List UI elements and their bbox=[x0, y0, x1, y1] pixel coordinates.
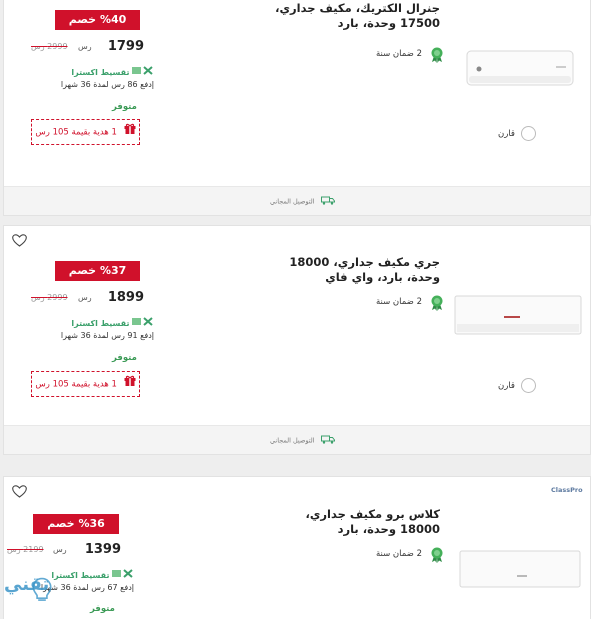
stock-status: متوفر bbox=[112, 353, 137, 363]
compare-checkbox[interactable] bbox=[521, 126, 536, 141]
brand-logo: ClassPro bbox=[551, 486, 583, 494]
old-price: 2999 رس bbox=[31, 42, 68, 51]
installment-label: تقسيط اكسترا bbox=[71, 68, 130, 77]
stock-status: متوفر bbox=[112, 102, 137, 112]
warranty-label: 2 ضمان سنة bbox=[375, 297, 422, 307]
medal-icon bbox=[431, 295, 443, 311]
gift-text: 1 هدية بقيمة 105 رس bbox=[35, 379, 117, 390]
installment-info: تقسيط اكسترا إدفع 91 رس لمدة 36 شهرا bbox=[34, 317, 154, 342]
old-price: 2999 رس bbox=[31, 293, 68, 302]
current-price: 1799 bbox=[107, 39, 144, 54]
current-price: 1399 bbox=[84, 542, 121, 557]
price-row: 1799 رس 2999 رس bbox=[31, 39, 146, 57]
heart-icon[interactable] bbox=[12, 232, 28, 247]
compare-label: قارن bbox=[498, 381, 515, 391]
old-price: 2199 رس bbox=[7, 545, 44, 554]
current-price: 1899 bbox=[107, 290, 144, 305]
gift-text: 1 هدية بقيمة 105 رس bbox=[35, 127, 117, 138]
compare-toggle[interactable]: قارن bbox=[498, 126, 536, 144]
currency-label: رس bbox=[78, 42, 92, 51]
installment-icon bbox=[112, 569, 134, 582]
watermark-text: تقني bbox=[4, 574, 50, 595]
truck-icon bbox=[320, 435, 335, 446]
compare-toggle[interactable]: قارن bbox=[498, 378, 536, 396]
product-card[interactable]: جنرال الكتريك، مكيف جداري، 17500 وحدة، ب… bbox=[3, 0, 591, 216]
gift-icon bbox=[124, 372, 136, 396]
medal-icon bbox=[431, 547, 443, 563]
delivery-info: التوصيل المجاني bbox=[270, 196, 335, 207]
product-card[interactable]: ClassPro كلاس برو مكيف جداري، 18000 وحدة… bbox=[3, 476, 591, 619]
discount-badge: %37 خصم bbox=[55, 261, 140, 281]
gift-offer[interactable]: 1 هدية بقيمة 105 رس bbox=[31, 119, 140, 145]
installment-label: تقسيط اكسترا bbox=[71, 319, 130, 328]
product-card[interactable]: جري مكيف جداري، 18000 وحدة، بارد، واي فا… bbox=[3, 225, 591, 455]
discount-badge: %40 خصم bbox=[55, 10, 140, 30]
delivery-bar: التوصيل المجاني bbox=[4, 425, 590, 454]
stock-status: متوفر bbox=[90, 604, 115, 614]
compare-label: قارن bbox=[498, 129, 515, 139]
product-title[interactable]: جري مكيف جداري، 18000 وحدة، بارد، واي فا… bbox=[270, 255, 440, 285]
truck-icon bbox=[320, 196, 335, 207]
product-listing-page: جنرال الكتريك، مكيف جداري، 17500 وحدة، ب… bbox=[0, 0, 591, 619]
currency-label: رس bbox=[78, 293, 92, 302]
warranty-label: 2 ضمان سنة bbox=[375, 549, 422, 559]
price-row: 1899 رس 2999 رس bbox=[31, 290, 146, 308]
product-image[interactable] bbox=[459, 549, 581, 589]
installment-label: تقسيط اكسترا bbox=[51, 571, 110, 580]
discount-badge: %36 خصم bbox=[33, 514, 119, 534]
product-title[interactable]: جنرال الكتريك، مكيف جداري، 17500 وحدة، ب… bbox=[270, 1, 440, 31]
installment-icon bbox=[132, 317, 154, 330]
delivery-info: التوصيل المجاني bbox=[270, 435, 335, 446]
installment-text: إدفع 86 رس لمدة 36 شهرا bbox=[60, 80, 154, 89]
delivery-bar: التوصيل المجاني bbox=[4, 186, 590, 215]
product-image[interactable] bbox=[454, 294, 582, 338]
gift-icon bbox=[124, 120, 136, 144]
heart-icon[interactable] bbox=[12, 483, 28, 498]
currency-label: رس bbox=[53, 545, 67, 554]
warranty-label: 2 ضمان سنة bbox=[375, 49, 422, 59]
product-title[interactable]: كلاس برو مكيف جداري، 18000 وحدة، بارد bbox=[270, 507, 440, 537]
installment-text: إدفع 91 رس لمدة 36 شهرا bbox=[60, 331, 154, 340]
product-image[interactable] bbox=[466, 49, 574, 91]
delivery-text: التوصيل المجاني bbox=[270, 436, 315, 445]
installment-icon bbox=[132, 66, 154, 79]
price-row: 1399 رس 2199 رس bbox=[7, 542, 123, 560]
compare-checkbox[interactable] bbox=[521, 378, 536, 393]
gift-offer[interactable]: 1 هدية بقيمة 105 رس bbox=[31, 371, 140, 397]
medal-icon bbox=[431, 47, 443, 63]
installment-info: تقسيط اكسترا إدفع 86 رس لمدة 36 شهرا bbox=[34, 66, 154, 91]
delivery-text: التوصيل المجاني bbox=[270, 197, 315, 206]
